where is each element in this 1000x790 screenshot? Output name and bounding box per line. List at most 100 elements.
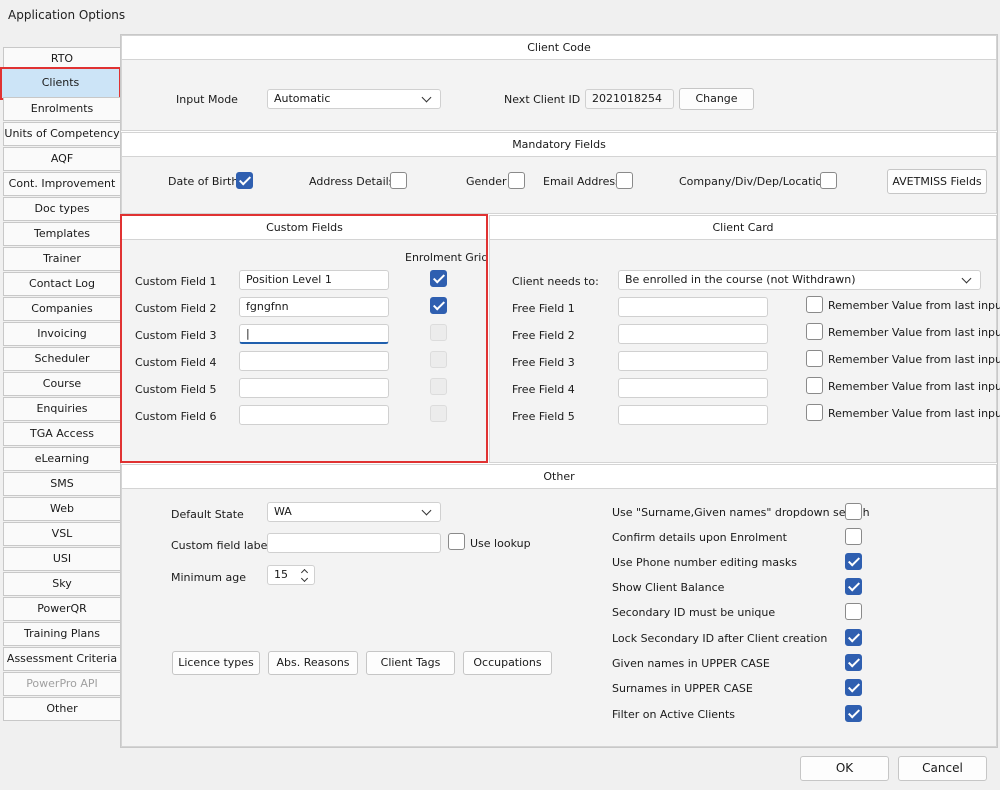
chevron-down-icon — [961, 273, 972, 284]
custom-field-1-input[interactable]: Position Level 1 — [239, 270, 389, 290]
gender-label: Gender — [466, 175, 507, 188]
client-card-title: Client Card — [490, 216, 996, 240]
company-div-dep-location-checkbox[interactable] — [820, 172, 837, 189]
free-field-2-remember-label: Remember Value from last input — [828, 326, 1000, 339]
input-mode-label: Input Mode — [176, 93, 238, 106]
sidebar-item-templates[interactable]: Templates — [3, 222, 120, 246]
free-field-3-label: Free Field 3 — [512, 356, 575, 369]
minimum-age-value: 15 — [274, 568, 288, 581]
custom-field-5-input[interactable] — [239, 378, 389, 398]
sidebar-item-invoicing[interactable]: Invoicing — [3, 322, 120, 346]
custom-field-4-input[interactable] — [239, 351, 389, 371]
client-code-title: Client Code — [122, 36, 996, 60]
custom-field-label-input[interactable] — [267, 533, 441, 553]
client-card-section: Client Card Client needs to: Be enrolled… — [489, 215, 1000, 463]
option-lock-secondary-checkbox[interactable] — [845, 629, 862, 646]
free-field-5-remember-checkbox[interactable] — [806, 404, 823, 421]
sidebar-item-units-of-competency[interactable]: Units of Competency — [3, 122, 120, 146]
sidebar-item-tga-access[interactable]: TGA Access — [3, 422, 120, 446]
free-field-2-input[interactable] — [618, 324, 768, 344]
free-field-4-remember-checkbox[interactable] — [806, 377, 823, 394]
custom-field-label-label: Custom field label — [171, 539, 271, 552]
sidebar-item-contact-log[interactable]: Contact Log — [3, 272, 120, 296]
free-field-5-input[interactable] — [618, 405, 768, 425]
sidebar-item-sms[interactable]: SMS — [3, 472, 120, 496]
use-lookup-checkbox[interactable] — [448, 533, 465, 550]
sidebar-item-assessment-criteria[interactable]: Assessment Criteria — [3, 647, 120, 671]
ok-button[interactable]: OK — [800, 756, 889, 781]
minimum-age-spinner[interactable]: 15 — [267, 565, 315, 585]
other-section: Other Default State WA Custom field labe… — [121, 464, 997, 747]
custom-field-6-label: Custom Field 6 — [135, 410, 217, 423]
custom-field-6-input[interactable] — [239, 405, 389, 425]
email-address-checkbox[interactable] — [616, 172, 633, 189]
free-field-3-input[interactable] — [618, 351, 768, 371]
email-address-label: Email Address — [543, 175, 621, 188]
sidebar-item-web[interactable]: Web — [3, 497, 120, 521]
option-filter-active-checkbox[interactable] — [845, 705, 862, 722]
custom-field-3-input[interactable]: | — [239, 324, 389, 344]
abs-reasons-button[interactable]: Abs. Reasons — [268, 651, 358, 675]
sidebar-item-enrolments[interactable]: Enrolments — [3, 97, 120, 121]
custom-field-1-grid-checkbox[interactable] — [430, 270, 447, 287]
option-surname-dropdown-label: Use "Surname,Given names" dropdown searc… — [612, 506, 870, 519]
gender-checkbox[interactable] — [508, 172, 525, 189]
client-code-section: Client Code Input Mode Automatic Next Cl… — [121, 35, 997, 131]
sidebar-item-scheduler[interactable]: Scheduler — [3, 347, 120, 371]
option-confirm-details-label: Confirm details upon Enrolment — [612, 531, 787, 544]
sidebar-item-enquiries[interactable]: Enquiries — [3, 397, 120, 421]
address-details-checkbox[interactable] — [390, 172, 407, 189]
date-of-birth-checkbox[interactable] — [236, 172, 253, 189]
sidebar-item-cont-improvement[interactable]: Cont. Improvement — [3, 172, 120, 196]
default-state-select[interactable]: WA — [267, 502, 441, 522]
sidebar-item-aqf[interactable]: AQF — [3, 147, 120, 171]
default-state-label: Default State — [171, 508, 244, 521]
sidebar-item-clients[interactable]: Clients — [0, 67, 121, 100]
sidebar-item-vsl[interactable]: VSL — [3, 522, 120, 546]
option-given-upper-checkbox[interactable] — [845, 654, 862, 671]
custom-field-6-grid-checkbox — [430, 405, 447, 422]
input-mode-select[interactable]: Automatic — [267, 89, 441, 109]
sidebar-item-powerqr[interactable]: PowerQR — [3, 597, 120, 621]
client-needs-to-select[interactable]: Be enrolled in the course (not Withdrawn… — [618, 270, 981, 290]
sidebar-item-training-plans[interactable]: Training Plans — [3, 622, 120, 646]
custom-field-2-grid-checkbox[interactable] — [430, 297, 447, 314]
avetmiss-fields-button[interactable]: AVETMISS Fields — [887, 169, 987, 194]
custom-field-5-label: Custom Field 5 — [135, 383, 217, 396]
sidebar-item-elearning[interactable]: eLearning — [3, 447, 120, 471]
spinner-arrows-icon[interactable] — [300, 568, 310, 582]
use-lookup-label: Use lookup — [470, 537, 531, 550]
other-title: Other — [122, 465, 996, 489]
sidebar-item-trainer[interactable]: Trainer — [3, 247, 120, 271]
option-confirm-details-checkbox[interactable] — [845, 528, 862, 545]
address-details-label: Address Details — [309, 175, 395, 188]
free-field-1-input[interactable] — [618, 297, 768, 317]
mandatory-fields-section: Mandatory Fields Date of Birth Address D… — [121, 132, 997, 214]
option-surnames-upper-label: Surnames in UPPER CASE — [612, 682, 753, 695]
sidebar-item-sky[interactable]: Sky — [3, 572, 120, 596]
sidebar-item-companies[interactable]: Companies — [3, 297, 120, 321]
option-secondary-unique-checkbox[interactable] — [845, 603, 862, 620]
sidebar-item-course[interactable]: Course — [3, 372, 120, 396]
option-surname-dropdown-checkbox[interactable] — [845, 503, 862, 520]
client-tags-button[interactable]: Client Tags — [366, 651, 455, 675]
occupations-button[interactable]: Occupations — [463, 651, 552, 675]
sidebar-item-other[interactable]: Other — [3, 697, 120, 721]
licence-types-button[interactable]: Licence types — [172, 651, 260, 675]
change-button[interactable]: Change — [679, 88, 754, 110]
sidebar-item-doc-types[interactable]: Doc types — [3, 197, 120, 221]
custom-field-4-label: Custom Field 4 — [135, 356, 217, 369]
free-field-3-remember-checkbox[interactable] — [806, 350, 823, 367]
option-surnames-upper-checkbox[interactable] — [845, 679, 862, 696]
custom-field-4-grid-checkbox — [430, 351, 447, 368]
free-field-1-remember-checkbox[interactable] — [806, 296, 823, 313]
custom-field-2-input[interactable]: fgngfnn — [239, 297, 389, 317]
free-field-2-remember-checkbox[interactable] — [806, 323, 823, 340]
free-field-4-input[interactable] — [618, 378, 768, 398]
free-field-3-remember-label: Remember Value from last input — [828, 353, 1000, 366]
option-filter-active-label: Filter on Active Clients — [612, 708, 736, 721]
cancel-button[interactable]: Cancel — [898, 756, 987, 781]
sidebar-item-usi[interactable]: USI — [3, 547, 120, 571]
option-phone-masks-checkbox[interactable] — [845, 553, 862, 570]
option-show-balance-checkbox[interactable] — [845, 578, 862, 595]
